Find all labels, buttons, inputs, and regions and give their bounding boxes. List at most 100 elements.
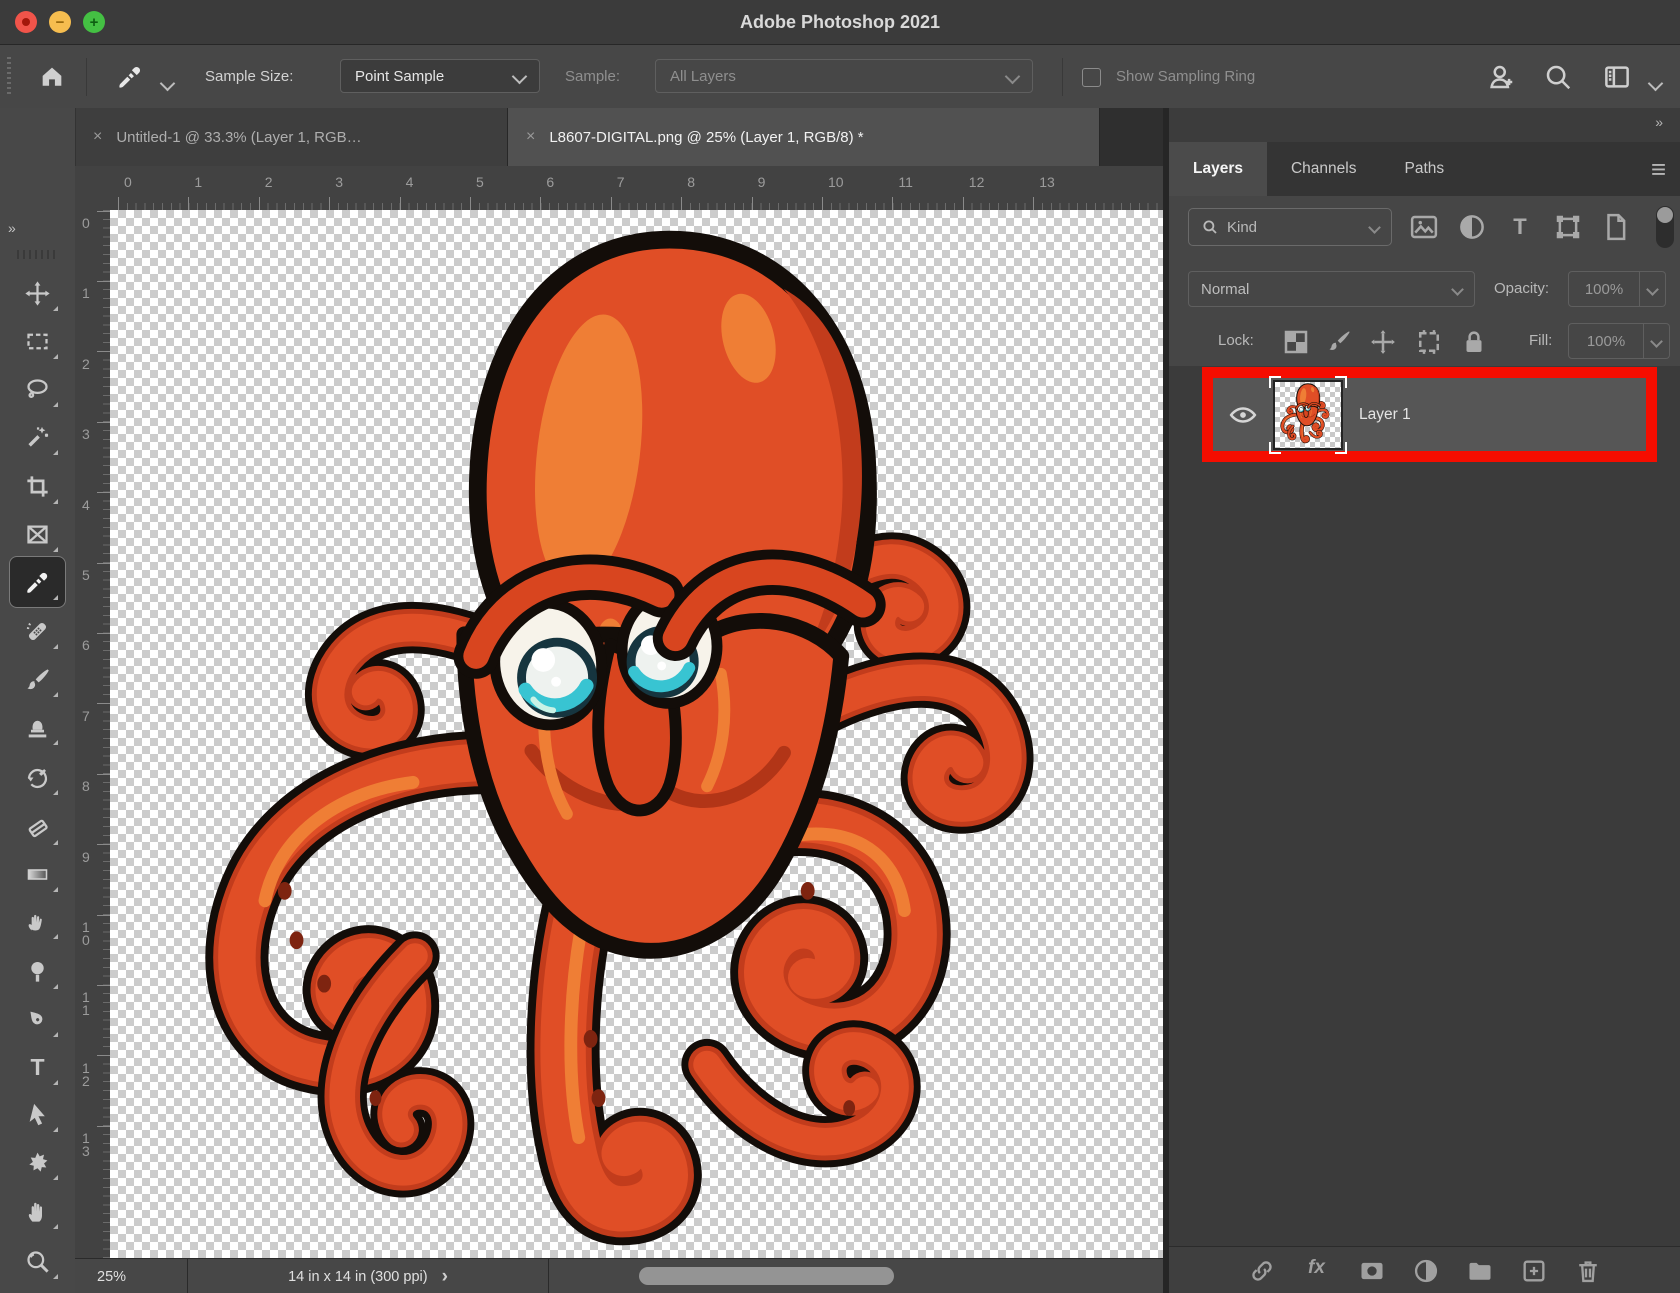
panel-menu-icon[interactable]: ≡: [1651, 142, 1680, 196]
history-brush-tool-button[interactable]: [24, 764, 51, 791]
ruler-origin-corner[interactable]: [75, 166, 111, 211]
v-ruler-number: 5: [82, 569, 92, 582]
brush-tool-button[interactable]: [24, 666, 51, 693]
layer-visibility-toggle[interactable]: [1213, 400, 1273, 430]
horizontal-ruler[interactable]: 012345678910111213: [110, 166, 1163, 211]
tab-paths[interactable]: Paths: [1380, 142, 1468, 196]
document-info[interactable]: 14 in x 14 in (300 ppi) ›: [188, 1259, 549, 1293]
document-dimensions: 14 in x 14 in (300 ppi): [288, 1269, 427, 1285]
v-ruler-number: 8: [82, 780, 92, 793]
sample-size-value: Point Sample: [355, 68, 444, 85]
lock-all-icon[interactable]: [1459, 327, 1489, 357]
sample-dropdown[interactable]: All Layers: [655, 59, 1033, 93]
vertical-ruler[interactable]: 012345678910111213: [75, 210, 111, 1258]
lock-position-icon[interactable]: [1368, 327, 1398, 357]
zoom-level-field[interactable]: 25%: [75, 1259, 188, 1293]
new-layer-icon[interactable]: [1520, 1257, 1548, 1285]
sample-value: All Layers: [670, 68, 736, 85]
custom-shape-tool-button[interactable]: [24, 1149, 51, 1176]
link-layers-icon[interactable]: [1248, 1257, 1276, 1285]
eyedropper-tool-icon[interactable]: [116, 63, 144, 91]
fill-value-field[interactable]: 100%: [1568, 323, 1644, 359]
opacity-value-field[interactable]: 100%: [1568, 271, 1640, 307]
blend-mode-dropdown[interactable]: Normal: [1188, 271, 1475, 307]
panel-collapse-icon[interactable]: »: [1655, 114, 1664, 130]
options-grip[interactable]: [7, 57, 11, 97]
v-ruler-number: 9: [82, 851, 92, 864]
filter-type-layers-icon[interactable]: T: [1505, 212, 1535, 242]
smudge-tool-button[interactable]: [24, 908, 51, 935]
panel-tabs: Layers Channels Paths ≡: [1169, 142, 1680, 196]
toolbar-collapse-icon[interactable]: »: [8, 220, 17, 236]
lasso-tool-button[interactable]: [24, 376, 51, 403]
toolbar-grip[interactable]: [17, 250, 59, 259]
tool-preset-chevron-icon[interactable]: [160, 76, 176, 92]
tab-layers[interactable]: Layers: [1169, 142, 1267, 196]
filter-smart-objects-icon[interactable]: [1601, 212, 1631, 242]
lock-transparency-icon[interactable]: [1281, 327, 1311, 357]
document-canvas[interactable]: [110, 210, 1163, 1258]
layer-style-fx-icon[interactable]: fx: [1302, 1257, 1332, 1285]
close-tab-icon[interactable]: ×: [93, 128, 102, 146]
type-tool-button[interactable]: T: [24, 1054, 51, 1081]
spot-healing-brush-tool-button[interactable]: [24, 618, 51, 645]
show-sampling-ring-checkbox[interactable]: [1082, 68, 1101, 87]
dodge-tool-button[interactable]: [24, 958, 51, 985]
layer-row-layer-1[interactable]: Layer 1: [1213, 378, 1646, 451]
frame-tool-button[interactable]: [24, 521, 51, 548]
fill-value: 100%: [1587, 333, 1625, 350]
opacity-chevron-icon[interactable]: [1640, 271, 1666, 307]
clone-stamp-tool-button[interactable]: [24, 714, 51, 741]
share-account-icon[interactable]: [1486, 62, 1516, 92]
sample-size-dropdown[interactable]: Point Sample: [340, 59, 540, 93]
chevron-down-icon: [1368, 221, 1381, 234]
layer-filtering-toggle[interactable]: [1656, 206, 1674, 248]
tab-untitled-1[interactable]: × Untitled-1 @ 33.3% (Layer 1, RGB…: [75, 108, 508, 166]
h-ruler-number: 12: [969, 174, 985, 190]
v-ruler-number: 10: [82, 921, 92, 947]
tab-channels[interactable]: Channels: [1267, 142, 1381, 196]
search-icon[interactable]: [1543, 62, 1573, 92]
fill-chevron-icon[interactable]: [1644, 323, 1670, 359]
workspace-chevron-icon[interactable]: [1648, 76, 1664, 92]
filter-pixel-layers-icon[interactable]: [1409, 212, 1439, 242]
path-selection-tool-button[interactable]: [24, 1101, 51, 1128]
chevron-down-icon: [1451, 283, 1464, 296]
rectangular-marquee-tool-button[interactable]: [24, 328, 51, 355]
v-ruler-number: 3: [82, 428, 92, 441]
magic-wand-tool-button[interactable]: [24, 424, 51, 451]
gradient-tool-button[interactable]: [24, 861, 51, 888]
lock-pixels-icon[interactable]: [1324, 327, 1354, 357]
filter-adjustment-layers-icon[interactable]: [1457, 212, 1487, 242]
tab-l8607-digital[interactable]: × L8607-DIGITAL.png @ 25% (Layer 1, RGB/…: [508, 108, 1100, 166]
filter-kind-dropdown[interactable]: Kind: [1188, 208, 1392, 246]
layer-thumbnail[interactable]: [1273, 380, 1343, 450]
pen-tool-button[interactable]: [24, 1006, 51, 1033]
v-ruler-number: 2: [82, 358, 92, 371]
horizontal-scrollbar-track[interactable]: [549, 1259, 1163, 1293]
crop-tool-button[interactable]: [24, 473, 51, 500]
move-tool-button[interactable]: [24, 280, 51, 307]
status-chevron-icon[interactable]: ›: [442, 1267, 448, 1286]
new-group-folder-icon[interactable]: [1466, 1257, 1494, 1285]
h-ruler-number: 6: [546, 174, 554, 190]
zoom-tool-button[interactable]: [24, 1248, 51, 1275]
zoom-level-value: 25%: [97, 1269, 126, 1285]
eyedropper-tool-button[interactable]: [24, 569, 51, 596]
horizontal-scrollbar-thumb[interactable]: [639, 1267, 894, 1285]
workspace-switcher-icon[interactable]: [1602, 62, 1632, 92]
close-tab-icon[interactable]: ×: [526, 128, 535, 146]
filter-shape-layers-icon[interactable]: [1553, 212, 1583, 242]
home-icon[interactable]: [38, 63, 66, 91]
lock-artboard-icon[interactable]: [1414, 327, 1444, 357]
separator: [86, 58, 87, 96]
panel-header-strip: »: [1169, 108, 1680, 142]
hand-tool-button[interactable]: [24, 1198, 51, 1225]
delete-layer-trash-icon[interactable]: [1574, 1257, 1602, 1285]
add-layer-mask-icon[interactable]: [1358, 1257, 1386, 1285]
layer-name[interactable]: Layer 1: [1359, 406, 1411, 424]
v-ruler-number: 0: [82, 217, 92, 230]
chevron-down-icon: [1005, 68, 1021, 84]
eraser-tool-button[interactable]: [24, 814, 51, 841]
adjustment-layer-icon[interactable]: [1412, 1257, 1440, 1285]
